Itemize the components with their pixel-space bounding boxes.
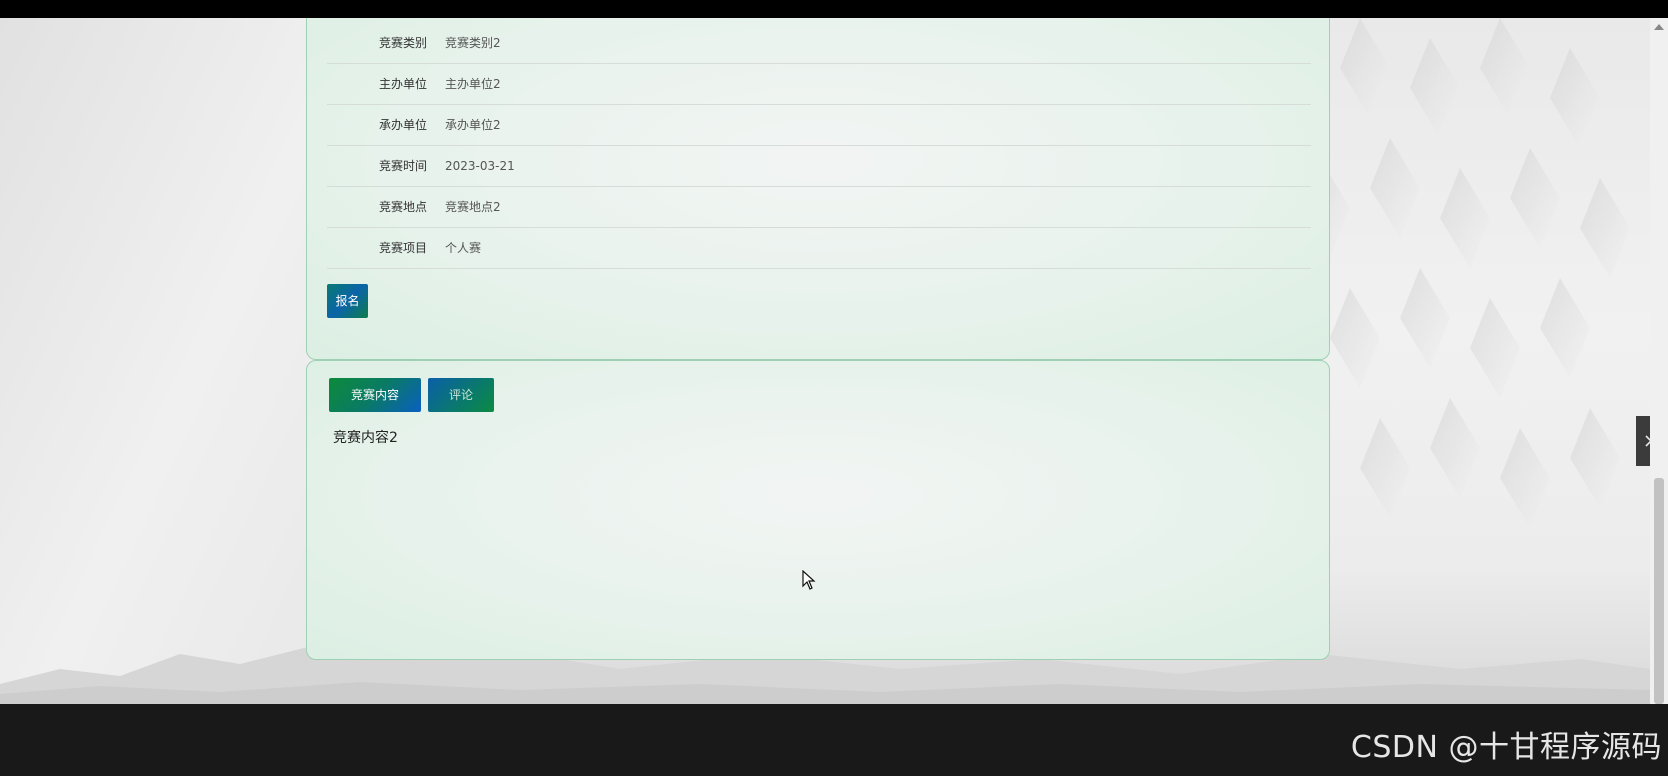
background-left bbox=[0, 18, 330, 704]
top-bar bbox=[0, 0, 1668, 18]
info-row-undertaker: 承办单位 承办单位2 bbox=[327, 105, 1311, 146]
info-value: 竞赛类别2 bbox=[445, 36, 501, 50]
info-value: 个人赛 bbox=[445, 241, 482, 255]
side-panel-toggle[interactable] bbox=[1636, 416, 1650, 466]
mouse-pointer-icon bbox=[802, 570, 816, 590]
info-label: 承办单位 bbox=[378, 118, 427, 132]
screen: 竞赛类别 竞赛类别2 主办单位 主办单位2 承办单位 承办单位2 竞赛时间 20… bbox=[0, 0, 1668, 776]
info-value: 主办单位2 bbox=[445, 77, 501, 91]
competition-content-text: 竞赛内容2 bbox=[333, 430, 398, 446]
info-label: 竞赛时间 bbox=[378, 159, 427, 173]
competition-info-panel: 竞赛类别 竞赛类别2 主办单位 主办单位2 承办单位 承办单位2 竞赛时间 20… bbox=[306, 18, 1330, 360]
info-label: 竞赛类别 bbox=[378, 36, 427, 50]
page-viewport: 竞赛类别 竞赛类别2 主办单位 主办单位2 承办单位 承办单位2 竞赛时间 20… bbox=[0, 18, 1650, 704]
info-row-category: 竞赛类别 竞赛类别2 bbox=[327, 23, 1311, 64]
competition-content-panel: 竞赛内容 评论 竞赛内容2 bbox=[306, 360, 1330, 660]
chevron-right-icon bbox=[1645, 435, 1650, 447]
info-label: 竞赛地点 bbox=[378, 200, 427, 214]
info-row-location: 竞赛地点 竞赛地点2 bbox=[327, 187, 1311, 228]
info-label: 主办单位 bbox=[378, 77, 427, 91]
info-label: 竞赛项目 bbox=[378, 241, 427, 255]
tab-comments[interactable]: 评论 bbox=[428, 378, 494, 412]
scroll-thumb[interactable] bbox=[1654, 478, 1664, 704]
info-value: 2023-03-21 bbox=[445, 159, 515, 173]
info-value: 竞赛地点2 bbox=[445, 200, 501, 214]
vertical-scrollbar[interactable] bbox=[1650, 18, 1668, 704]
info-row-time: 竞赛时间 2023-03-21 bbox=[327, 146, 1311, 187]
watermark: CSDN @十甘程序源码 bbox=[1350, 730, 1662, 765]
scroll-up-icon[interactable] bbox=[1654, 24, 1664, 30]
info-row-project: 竞赛项目 个人赛 bbox=[327, 228, 1311, 269]
footer-bar: CSDN @十甘程序源码 bbox=[0, 704, 1668, 776]
tab-competition-content[interactable]: 竞赛内容 bbox=[329, 378, 421, 412]
info-row-organizer: 主办单位 主办单位2 bbox=[327, 64, 1311, 105]
signup-button[interactable]: 报名 bbox=[327, 284, 368, 318]
info-value: 承办单位2 bbox=[445, 118, 501, 132]
